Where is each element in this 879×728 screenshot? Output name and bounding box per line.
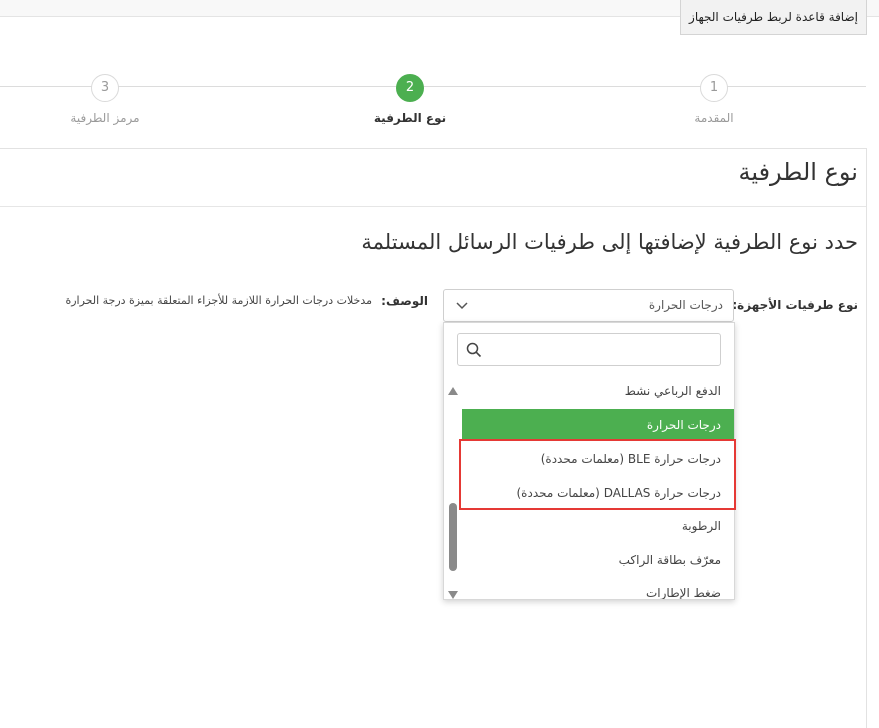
section-subtitle: حدد نوع الطرفية لإضافتها إلى طرفيات الرس… [361,230,858,254]
section-title: نوع الطرفية [738,158,858,186]
scroll-thumb[interactable] [449,503,457,571]
scroll-down-arrow-icon[interactable] [447,585,459,599]
panel-border-right [866,148,867,728]
dropdown-option[interactable]: درجات حرارة BLE (معلمات محددة) [462,443,734,475]
step-label-2: نوع الطرفية [373,111,447,125]
step-label-1: المقدمة [694,111,734,125]
dropdown-option[interactable]: معرّف بطاقة الراكب [462,544,734,576]
dropdown-option[interactable]: الرطوبة [462,510,734,542]
dropdown-option[interactable]: درجات حرارة DALLAS (معلمات محددة) [462,477,734,509]
dropdown-option[interactable]: الدفع الرباعي نشط [462,375,734,407]
section-divider [0,206,866,207]
step-number-1: 1 [700,74,728,102]
wizard-step-3[interactable]: 3 مرمز الطرفية [45,74,165,125]
dropdown-option[interactable]: ضغط الإطارات [462,577,734,599]
dropdown-options: الدفع الرباعي نشط درجات الحرارة درجات حر… [444,375,734,599]
step-number-2: 2 [396,74,424,102]
wizard-step-1[interactable]: 1 المقدمة [654,74,774,125]
device-peripherals-label: نوع طرفيات الأجهزة: [732,298,858,312]
search-icon [466,342,482,358]
dropdown-search-area [444,323,734,375]
dropdown-scrollbar[interactable] [444,375,462,599]
description-text: مدخلات درجات الحرارة اللازمة للأجزاء الم… [65,294,372,307]
window-title: إضافة قاعدة لربط طرفيات الجهاز [680,0,867,35]
step-label-3: مرمز الطرفية [70,111,140,125]
scroll-up-arrow-icon[interactable] [447,381,459,395]
description-label: الوصف: [381,294,428,308]
dropdown-search-input[interactable] [457,333,721,366]
step-number-3: 3 [91,74,119,102]
dropdown-option-selected[interactable]: درجات الحرارة [462,409,734,441]
selected-value: درجات الحرارة [648,298,723,312]
peripheral-type-select[interactable]: درجات الحرارة [443,289,734,322]
chevron-down-icon[interactable] [454,297,470,313]
wizard-step-2[interactable]: 2 نوع الطرفية [350,74,470,125]
panel-border [0,148,866,149]
peripheral-type-dropdown[interactable]: الدفع الرباعي نشط درجات الحرارة درجات حر… [443,322,735,600]
